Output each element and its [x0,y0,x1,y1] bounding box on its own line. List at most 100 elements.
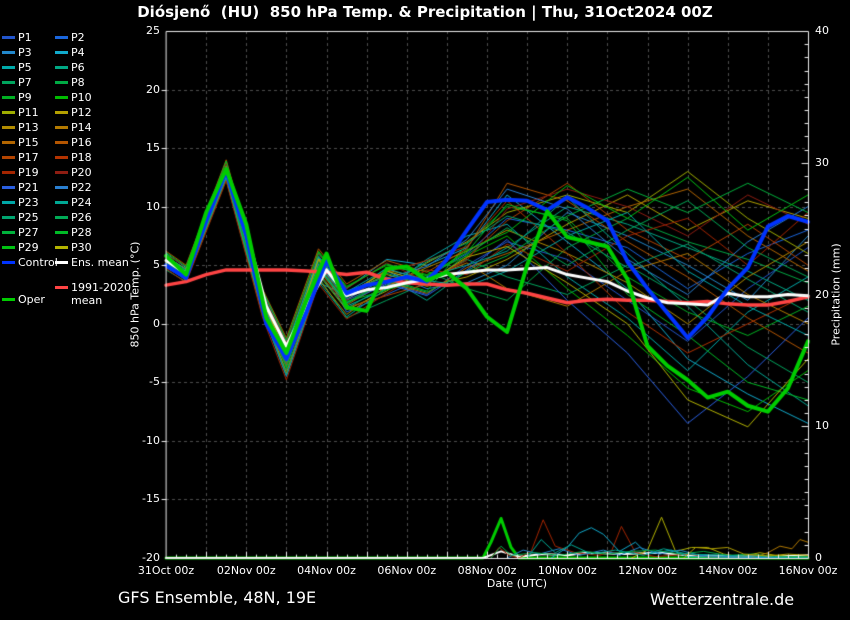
legend-label: 1991-2020 mean [71,281,135,307]
legend-label: P14 [71,121,92,134]
y-left-tick-label: 0 [126,317,160,331]
legend-line-swatch [2,96,15,99]
legend-item-p3: P3 [2,45,55,60]
legend-line-swatch [2,36,15,39]
legend-label: P25 [18,211,39,224]
legend-item-p27: P27 [2,225,55,240]
legend-label: P20 [71,166,92,179]
y-left-tick-label: 5 [126,258,160,272]
y-right-tick-label: 10 [815,419,845,433]
legend-label: P30 [71,241,92,254]
legend-label: P12 [71,106,92,119]
legend-label: P16 [71,136,92,149]
legend-line-swatch [55,96,68,99]
legend-line-swatch [55,126,68,129]
y-right-tick-label: 0 [815,551,845,565]
legend-line-swatch [2,171,15,174]
legend-line-swatch [2,51,15,54]
legend-line-swatch [55,246,68,249]
legend-line-swatch [2,298,15,301]
x-tick-label: 31Oct 00z [131,564,201,578]
legend-line-swatch [2,186,15,189]
legend-label: P8 [71,76,85,89]
legend-label: Ens. mean [71,256,129,269]
legend-item-p30: P30 [55,240,160,255]
x-tick-label: 08Nov 00z [452,564,522,578]
legend-label: P6 [71,61,85,74]
legend-line-swatch [55,51,68,54]
x-tick-label: 16Nov 00z [773,564,843,578]
legend-item-p19: P19 [2,165,55,180]
model-location-label: GFS Ensemble, 48N, 19E [118,588,316,607]
y-left-tick-label: 15 [126,141,160,155]
legend-line-swatch [2,246,15,249]
legend-line-swatch [55,156,68,159]
legend-line-swatch [2,201,15,204]
legend-label: P23 [18,196,39,209]
legend-line-swatch [55,36,68,39]
y-left-tick-label: -20 [126,551,160,565]
legend-line-swatch [55,231,68,234]
x-tick-label: 10Nov 00z [532,564,602,578]
legend-line-swatch [55,261,68,264]
legend-label: P9 [18,91,32,104]
legend-label: P17 [18,151,39,164]
legend-label: P10 [71,91,92,104]
legend-line-swatch [55,286,68,289]
legend-label: P11 [18,106,39,119]
legend-item-p6: P6 [55,60,160,75]
legend-label: P29 [18,241,39,254]
legend-line-swatch [2,261,15,264]
legend-label: P22 [71,181,92,194]
x-axis-title: Date (UTC) [452,577,582,590]
legend-label: P13 [18,121,39,134]
y-left-tick-label: 25 [126,24,160,38]
legend-line-swatch [55,81,68,84]
legend-label: P5 [18,61,32,74]
legend-label: P18 [71,151,92,164]
legend-line-swatch [2,231,15,234]
legend-label: Control [18,256,58,269]
legend-line-swatch [55,141,68,144]
legend-item-p23: P23 [2,195,55,210]
legend-item-p5: P5 [2,60,55,75]
y-right-tick-label: 30 [815,156,845,170]
y-left-tick-label: -15 [126,492,160,506]
legend-label: Oper [18,293,45,306]
legend-label: P15 [18,136,39,149]
legend-label: P28 [71,226,92,239]
legend-item-p4: P4 [55,45,160,60]
chart-title: Diósjenő (HU) 850 hPa Temp. & Precipitat… [0,3,850,21]
legend-line-swatch [2,141,15,144]
legend-label: P27 [18,226,39,239]
legend-item-p13: P13 [2,120,55,135]
legend-item-p21: P21 [2,180,55,195]
legend-item-p9: P9 [2,90,55,105]
legend-item-p22: P22 [55,180,160,195]
legend-item-p25: P25 [2,210,55,225]
legend-line-swatch [55,201,68,204]
x-tick-label: 14Nov 00z [693,564,763,578]
legend-item-control: Control [2,255,55,270]
legend-column: P1P3P5P7P9 P11 P13 P15 P17 P19P21P23 P25 P27 P29… [2,30,55,307]
x-tick-label: 06Nov 00z [372,564,442,578]
y-left-tick-label: 10 [126,200,160,214]
x-tick-label: 12Nov 00z [613,564,683,578]
legend-line-swatch [2,66,15,69]
y-left-axis-title: 850 hPa Temp. (°C) [129,225,142,365]
legend-line-swatch [2,81,15,84]
y-left-tick-label: -10 [126,434,160,448]
legend-line-swatch [55,186,68,189]
legend-item-p17: P17 [2,150,55,165]
legend-item-p7: P7 [2,75,55,90]
legend-line-swatch [55,171,68,174]
y-right-tick-label: 40 [815,24,845,38]
y-left-tick-label: 20 [126,83,160,97]
legend-label: P1 [18,31,32,44]
legend-item-p11: P11 [2,105,55,120]
legend-item-p1: P1 [2,30,55,45]
source-watermark: Wetterzentrale.de [650,590,794,609]
y-right-tick-label: 20 [815,288,845,302]
legend-line-swatch [2,216,15,219]
legend-label: P19 [18,166,39,179]
